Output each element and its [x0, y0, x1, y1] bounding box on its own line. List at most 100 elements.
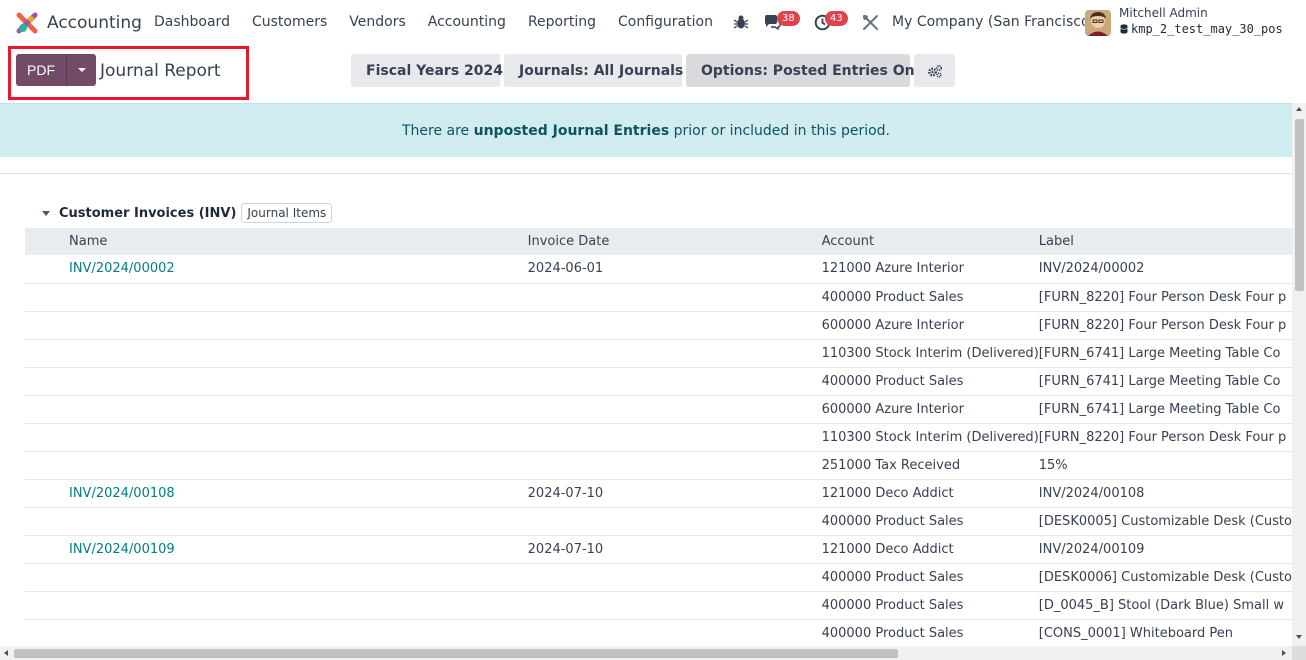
cell-invoice-date: 2024-06-01 [527, 255, 822, 284]
cell-invoice-date [527, 339, 822, 368]
top-navbar: Accounting Dashboard Customers Vendors A… [0, 0, 1306, 46]
cell-invoice-date [527, 311, 822, 340]
cell-name [25, 451, 528, 480]
cell-account: 400000 Product Sales [821, 619, 1039, 646]
cell-invoice-date [527, 451, 822, 480]
accounting-app-icon[interactable] [16, 12, 38, 34]
table-row: INV/2024/00109 2024-07-10 121000 Deco Addi… [25, 535, 1292, 564]
bug-icon[interactable] [733, 14, 749, 30]
cell-name [25, 423, 528, 452]
cell-name [25, 339, 528, 368]
cell-label: [FURN_6741] Large Meeting Table Co [1038, 395, 1292, 424]
cell-invoice-date [527, 563, 822, 592]
cell-label: [FURN_8220] Four Person Desk Four p [1038, 311, 1292, 340]
cell-invoice-date [527, 507, 822, 536]
table-row: 400000 Product Sales [D_0045_B] Stool (Da… [25, 591, 1292, 620]
user-name[interactable]: Mitchell Admin [1119, 6, 1208, 20]
table-row: 600000 Azure Interior [FURN_8220] Four Pe… [25, 311, 1292, 340]
cell-name[interactable]: INV/2024/00002 [25, 255, 528, 284]
table-row: 400000 Product Sales [FURN_6741] Large Me… [25, 367, 1292, 396]
control-panel: PDF Journal Report Fiscal Years 2024 Jou… [0, 46, 1306, 103]
cell-account: 400000 Product Sales [821, 507, 1039, 536]
options-filter[interactable]: Options: Posted Entries Only [686, 54, 929, 87]
cell-invoice-date [527, 367, 822, 396]
cell-invoice-date [527, 619, 822, 646]
vertical-scrollbar[interactable] [1292, 103, 1306, 646]
table-row: 400000 Product Sales [CONS_0001] Whiteboa… [25, 619, 1292, 646]
alert-suffix: prior or included in this period. [669, 122, 890, 139]
cell-invoice-date [527, 591, 822, 620]
scroll-down-arrow-icon[interactable] [1296, 635, 1302, 639]
highlight-annotation [8, 46, 249, 100]
table-row: 251000 Tax Received 15% [25, 451, 1292, 480]
cell-account: 121000 Deco Addict [821, 535, 1039, 564]
cell-invoice-date: 2024-07-10 [527, 479, 822, 508]
fiscal-year-filter[interactable]: Fiscal Years 2024 [351, 54, 503, 87]
cell-account: 400000 Product Sales [821, 283, 1039, 312]
horizontal-scrollbar[interactable] [0, 646, 1292, 660]
cell-account: 600000 Azure Interior [821, 395, 1039, 424]
journal-entries-table: Name Invoice Date Account Label INV/2024… [25, 228, 1292, 646]
cell-name [25, 367, 528, 396]
column-label: Label [1038, 234, 1074, 249]
cell-name[interactable]: INV/2024/00109 [25, 535, 528, 564]
cell-label: INV/2024/00108 [1038, 479, 1292, 508]
cell-invoice-date [527, 423, 822, 452]
company-switcher[interactable]: My Company (San Francisco) [892, 14, 1095, 30]
messages-count-badge: 38 [777, 11, 800, 26]
menu-dashboard[interactable]: Dashboard [154, 14, 230, 30]
journal-section-header[interactable]: Customer Invoices (INV) Journal Items [42, 203, 333, 223]
vertical-scroll-thumb[interactable] [1295, 119, 1304, 291]
settings-button[interactable] [914, 54, 955, 87]
user-avatar[interactable] [1085, 10, 1111, 36]
menu-customers[interactable]: Customers [252, 14, 327, 30]
table-row: 400000 Product Sales [FURN_8220] Four Per… [25, 283, 1292, 312]
cell-label: [DESK0005] Customizable Desk (Custo [1038, 507, 1292, 536]
table-row: 600000 Azure Interior [FURN_6741] Large M… [25, 395, 1292, 424]
journal-report: Customer Invoices (INV) Journal Items Na… [0, 173, 1292, 646]
tools-icon[interactable] [862, 14, 879, 31]
cell-invoice-date [527, 283, 822, 312]
unposted-entries-link[interactable]: unposted Journal Entries [474, 123, 670, 139]
journal-section-name[interactable]: Customer Invoices (INV) [59, 206, 236, 221]
app-name[interactable]: Accounting [47, 13, 142, 33]
scroll-left-arrow-icon[interactable] [4, 650, 8, 656]
scroll-right-arrow-icon[interactable] [1282, 650, 1286, 656]
cell-name [25, 311, 528, 340]
journals-filter-label: Journals: All Journals [519, 62, 684, 79]
cell-name [25, 619, 528, 646]
database-icon [1120, 24, 1128, 34]
cell-account: 110300 Stock Interim (Delivered) [821, 423, 1039, 452]
cell-label: [DESK0006] Customizable Desk (Custo [1038, 563, 1292, 592]
cell-name[interactable]: INV/2024/00108 [25, 479, 528, 508]
gears-icon [927, 64, 942, 78]
table-row: 400000 Product Sales [DESK0005] Customiza… [25, 507, 1292, 536]
table-row: 110300 Stock Interim (Delivered) [FURN_67… [25, 339, 1292, 368]
options-filter-label: Options: Posted Entries Only [701, 62, 929, 79]
journal-items-button[interactable]: Journal Items [241, 203, 333, 223]
unposted-entries-alert: There are unposted Journal Entries prior… [0, 103, 1292, 157]
cell-label: INV/2024/00109 [1038, 535, 1292, 564]
scroll-up-arrow-icon[interactable] [1296, 107, 1302, 111]
cell-label: INV/2024/00002 [1038, 255, 1292, 284]
menu-vendors[interactable]: Vendors [349, 14, 405, 30]
table-body: INV/2024/00002 2024-06-01 121000 Azure Int… [25, 255, 1292, 646]
cell-name [25, 283, 528, 312]
column-name: Name [69, 234, 108, 249]
column-invoice-date: Invoice Date [527, 234, 610, 249]
menu-reporting[interactable]: Reporting [528, 14, 596, 30]
alert-prefix: There are [401, 122, 474, 139]
cell-name [25, 507, 528, 536]
cell-account: 121000 Azure Interior [821, 255, 1039, 284]
cell-invoice-date [527, 395, 822, 424]
collapse-caret-icon[interactable] [42, 210, 50, 216]
menu-accounting[interactable]: Accounting [428, 14, 506, 30]
cell-label: [CONS_0001] Whiteboard Pen [1038, 619, 1292, 646]
database-name-text: kmp_2_test_may_30_pos [1131, 22, 1283, 36]
cell-label: [FURN_8220] Four Person Desk Four p [1038, 283, 1292, 312]
menu-configuration[interactable]: Configuration [618, 14, 713, 30]
journals-filter[interactable]: Journals: All Journals [504, 54, 684, 87]
cell-name [25, 395, 528, 424]
table-row: INV/2024/00108 2024-07-10 121000 Deco Addi… [25, 479, 1292, 508]
horizontal-scroll-thumb[interactable] [14, 649, 898, 658]
